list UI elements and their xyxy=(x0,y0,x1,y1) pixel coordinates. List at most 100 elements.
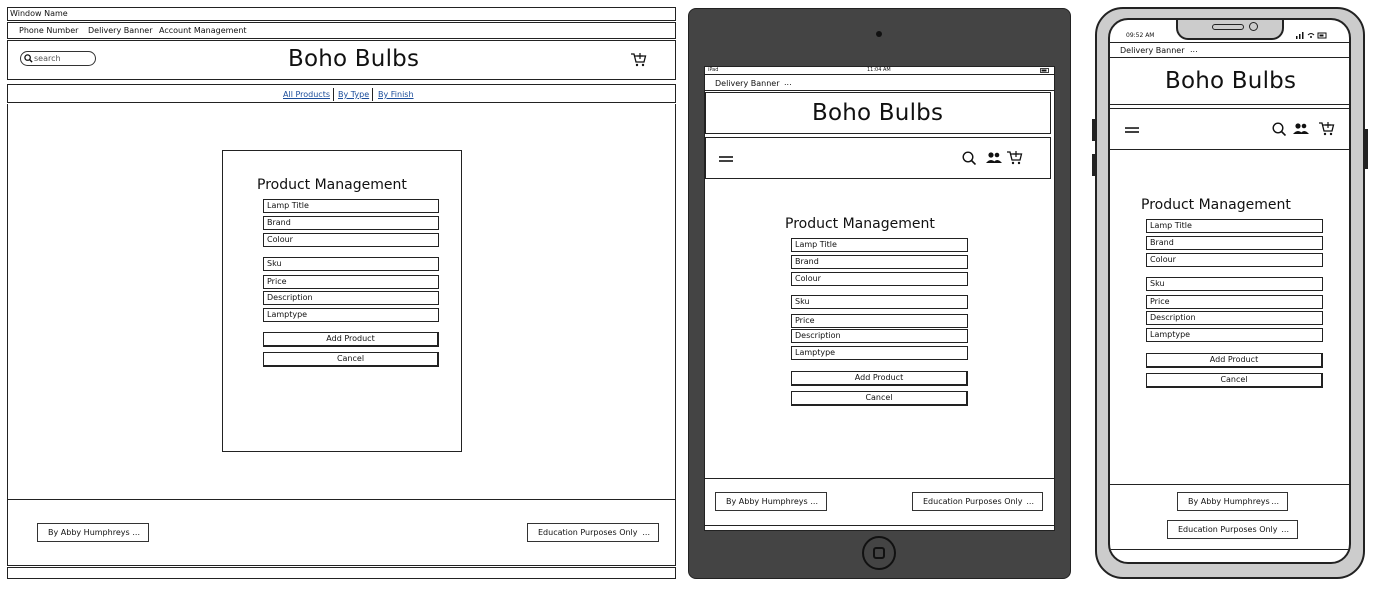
footer-author-label: By Abby Humphreys xyxy=(48,528,130,537)
nav-divider xyxy=(333,88,334,101)
tablet-status-bar: iPad 11:04 AM xyxy=(705,67,1054,75)
phone-header: Boho Bulbs xyxy=(1110,60,1349,105)
sku-field[interactable]: Sku xyxy=(791,295,968,309)
footer-author-label: By Abby Humphreys xyxy=(1188,497,1270,506)
footer-author[interactable]: By Abby Humphreys ... xyxy=(37,523,149,542)
ellipsis: ... xyxy=(132,528,140,537)
description-field[interactable]: Description xyxy=(1146,311,1323,325)
account-management-link[interactable]: Account Management xyxy=(159,27,247,35)
colour-field[interactable]: Colour xyxy=(791,272,968,286)
battery-icon xyxy=(1040,68,1049,73)
nav-by-type[interactable]: By Type xyxy=(338,91,369,99)
delivery-banner-link[interactable]: Delivery Banner xyxy=(715,80,780,88)
ellipsis: ... xyxy=(1190,45,1198,54)
menu-icon[interactable] xyxy=(719,156,733,162)
footer-disclaimer[interactable]: Education Purposes Only ... xyxy=(1167,520,1298,539)
camera-icon xyxy=(876,31,882,37)
ellipsis: ... xyxy=(1281,525,1289,534)
footer-author[interactable]: By Abby Humphreys ... xyxy=(715,492,827,511)
footer-disclaimer-label: Education Purposes Only xyxy=(923,497,1023,506)
lamp-title-field[interactable]: Lamp Title xyxy=(263,199,439,213)
ellipsis: ... xyxy=(810,497,818,506)
cancel-button[interactable]: Cancel xyxy=(263,352,439,367)
status-device: iPad xyxy=(708,67,719,73)
form-title: Product Management xyxy=(257,177,407,193)
delivery-banner-link[interactable]: Delivery Banner xyxy=(1120,47,1185,55)
tablet-footer: By Abby Humphreys ... Education Purposes… xyxy=(705,478,1054,526)
footer-author[interactable]: By Abby Humphreys ... xyxy=(1177,492,1288,511)
nav-all-products[interactable]: All Products xyxy=(283,91,330,99)
delivery-banner-link[interactable]: Delivery Banner xyxy=(88,27,153,35)
search-input[interactable]: search xyxy=(20,51,96,66)
phone-device: 09:52 AM Delivery Banner ... Boho Bulbs … xyxy=(1092,7,1368,579)
phone-screen: 09:52 AM Delivery Banner ... Boho Bulbs … xyxy=(1108,18,1351,564)
phone-delivery-bar: Delivery Banner ... xyxy=(1110,42,1349,58)
tablet-delivery-bar: Delivery Banner ... xyxy=(705,76,1054,91)
search-placeholder: search xyxy=(34,54,61,63)
lamp-title-field[interactable]: Lamp Title xyxy=(1146,219,1323,233)
home-button-square xyxy=(873,547,885,559)
menu-icon[interactable] xyxy=(1125,127,1139,133)
sku-field[interactable]: Sku xyxy=(1146,277,1323,291)
footer-disclaimer[interactable]: Education Purposes Only ... xyxy=(912,492,1043,511)
phone-number-link[interactable]: Phone Number xyxy=(19,27,78,35)
search-icon[interactable] xyxy=(1272,122,1286,136)
price-field[interactable]: Price xyxy=(791,314,968,328)
description-field[interactable]: Description xyxy=(791,329,968,343)
desktop-nav-bar: All Products By Type By Finish xyxy=(7,84,676,103)
speaker-icon xyxy=(1212,24,1244,30)
lamptype-field[interactable]: Lamptype xyxy=(1146,328,1323,342)
search-icon[interactable] xyxy=(962,151,976,165)
cart-icon[interactable] xyxy=(630,52,647,67)
price-field[interactable]: Price xyxy=(263,275,439,289)
window-title-bar: Window Name xyxy=(7,7,676,21)
wifi-icon xyxy=(1296,32,1327,39)
brand-field[interactable]: Brand xyxy=(1146,236,1323,250)
phone-footer: By Abby Humphreys ... Education Purposes… xyxy=(1110,484,1349,550)
phone-side-button xyxy=(1092,119,1095,141)
description-field[interactable]: Description xyxy=(263,291,439,305)
user-icon[interactable] xyxy=(986,152,1002,163)
ellipsis: ... xyxy=(1271,497,1279,506)
nav-by-finish[interactable]: By Finish xyxy=(378,91,414,99)
footer-author-label: By Abby Humphreys xyxy=(726,497,808,506)
desktop-header: search Boho Bulbs xyxy=(7,40,676,80)
home-button-icon[interactable] xyxy=(862,536,896,570)
brand-field[interactable]: Brand xyxy=(791,255,968,269)
nav-divider xyxy=(372,88,373,101)
ellipsis: ... xyxy=(642,528,650,537)
lamptype-field[interactable]: Lamptype xyxy=(791,346,968,360)
tablet-screen: iPad 11:04 AM Delivery Banner ... Boho B… xyxy=(704,66,1055,531)
brand-title[interactable]: Boho Bulbs xyxy=(288,48,419,71)
footer-disclaimer-label: Education Purposes Only xyxy=(538,528,638,537)
price-field[interactable]: Price xyxy=(1146,295,1323,309)
colour-field[interactable]: Colour xyxy=(1146,253,1323,267)
user-icon[interactable] xyxy=(1293,123,1309,134)
tablet-device: iPad 11:04 AM Delivery Banner ... Boho B… xyxy=(688,8,1071,579)
brand-title[interactable]: Boho Bulbs xyxy=(812,102,943,125)
brand-field[interactable]: Brand xyxy=(263,216,439,230)
lamptype-field[interactable]: Lamptype xyxy=(263,308,439,322)
tablet-toolbar xyxy=(705,137,1051,179)
colour-field[interactable]: Colour xyxy=(263,233,439,247)
add-product-button[interactable]: Add Product xyxy=(1146,353,1323,368)
brand-title[interactable]: Boho Bulbs xyxy=(1165,70,1296,93)
cancel-button[interactable]: Cancel xyxy=(791,391,968,406)
desktop-footer: By Abby Humphreys ... Education Purposes… xyxy=(7,499,676,566)
footer-disclaimer[interactable]: Education Purposes Only ... xyxy=(527,523,659,542)
cart-icon[interactable] xyxy=(1318,121,1335,136)
phone-notch xyxy=(1176,20,1284,40)
cancel-button[interactable]: Cancel xyxy=(1146,373,1323,388)
add-product-button[interactable]: Add Product xyxy=(791,371,968,386)
footer-disclaimer-label: Education Purposes Only xyxy=(1178,525,1278,534)
lamp-title-field[interactable]: Lamp Title xyxy=(791,238,968,252)
form-title: Product Management xyxy=(785,216,935,232)
cart-icon[interactable] xyxy=(1006,150,1023,165)
sku-field[interactable]: Sku xyxy=(263,257,439,271)
add-product-button[interactable]: Add Product xyxy=(263,332,439,347)
phone-side-button xyxy=(1365,129,1368,169)
status-time: 11:04 AM xyxy=(867,67,891,73)
search-icon xyxy=(24,54,33,63)
window-name: Window Name xyxy=(10,9,68,18)
product-form-card: Product Management Lamp Title Brand Colo… xyxy=(222,150,462,452)
